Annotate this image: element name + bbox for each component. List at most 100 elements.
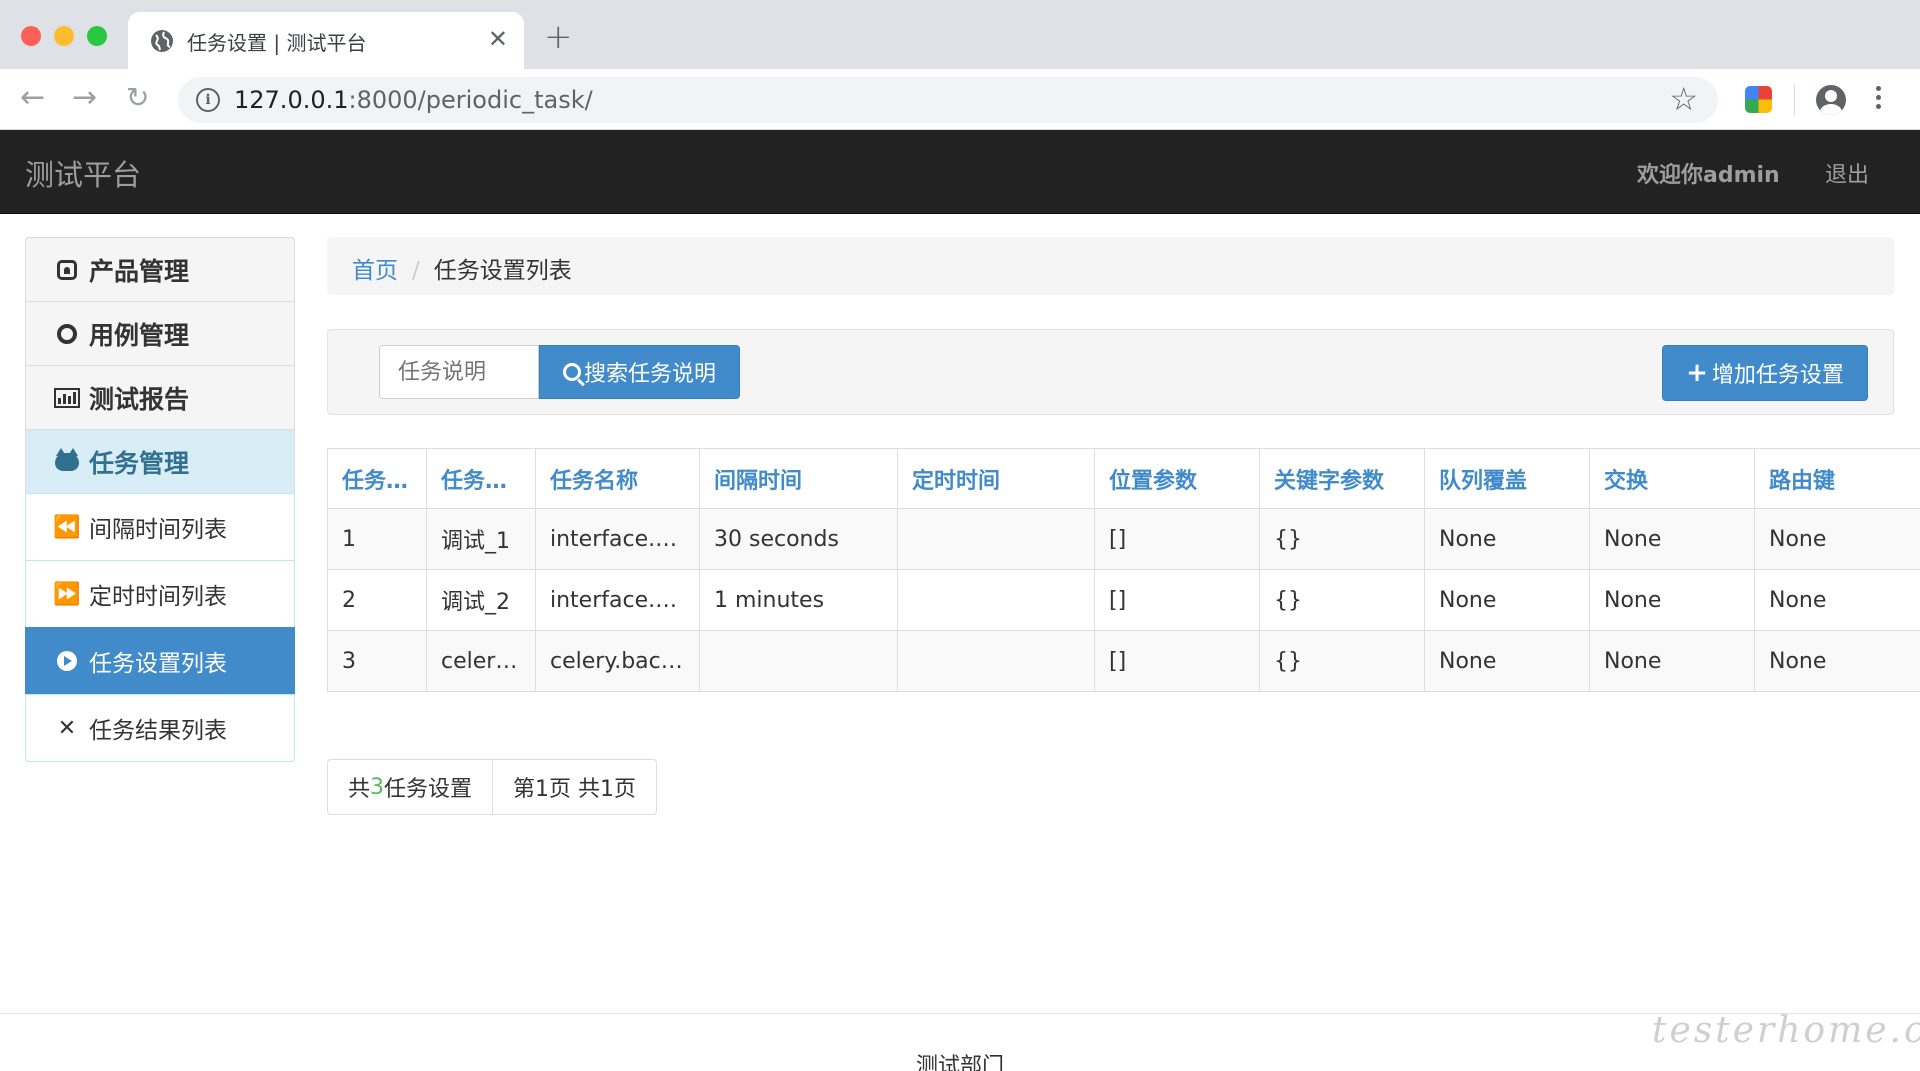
watermark: testerhome.com [1652,1010,1920,1051]
total-count-value: 3 [370,774,385,800]
table-cell [699,630,898,692]
github-icon [53,323,81,344]
table-header-row: 任务ID 任务说明 任务名称 间隔时间 定时时间 位置参数 关键字参数 队列覆盖… [327,448,1920,509]
column-header: 交换 [1589,448,1755,509]
table-cell: interface.t… [535,569,700,631]
column-header: 定时时间 [897,448,1095,509]
table-cell [897,569,1095,631]
table-cell: 3 [327,630,427,692]
sidebar-item-task-settings[interactable]: 任务设置列表 [25,627,295,695]
back-arrow-icon[interactable]: ← [20,82,45,114]
search-input[interactable] [379,345,539,399]
logout-link[interactable]: 退出 [1825,157,1869,189]
search-panel: 搜索任务说明 + 增加任务设置 [327,329,1894,415]
extension-icon[interactable] [1745,86,1772,113]
table-cell: 30 seconds [699,508,898,570]
search-button-label: 搜索任务说明 [583,362,716,387]
address-bar[interactable]: i 127.0.0.1:8000/periodic_task/ ☆ [178,77,1718,123]
table-cell: interface.t… [535,508,700,570]
column-header: 任务说明 [426,448,536,509]
sidebar-item-label: 任务设置列表 [89,651,227,677]
forward-arrow-icon[interactable]: → [72,82,97,114]
sidebar-item-interval-list[interactable]: ⏪ 间隔时间列表 [25,493,295,561]
table-cell: None [1424,569,1590,631]
page-info: 第1页 共1页 [493,759,658,815]
breadcrumb-home-link[interactable]: 首页 [352,258,398,284]
table-cell: 调试_2 [426,569,536,631]
sidebar-item-product[interactable]: 产品管理 [25,237,295,302]
tab-title: 任务设置 | 测试平台 [187,31,367,55]
sidebar-item-tasks[interactable]: 任务管理 [25,429,295,494]
site-info-icon[interactable]: i [196,88,220,112]
table-cell: celery.bac… [535,630,700,692]
breadcrumb: 首页 / 任务设置列表 [327,237,1894,295]
table-cell: None [1754,569,1920,631]
new-tab-button[interactable]: + [544,20,573,54]
close-window-button[interactable] [21,26,41,46]
column-header: 队列覆盖 [1424,448,1590,509]
sidebar-item-crontab-list[interactable]: ⏩ 定时时间列表 [25,560,295,628]
search-button[interactable]: 搜索任务说明 [539,345,740,399]
github-alt-icon [53,447,81,471]
column-header: 任务名称 [535,448,700,509]
sidebar-item-reports[interactable]: 测试报告 [25,365,295,430]
table-cell: 1 [327,508,427,570]
globe-icon [151,30,173,52]
sidebar-item-label: 间隔时间列表 [89,517,227,543]
breadcrumb-separator: / [412,258,420,284]
column-header: 间隔时间 [699,448,898,509]
table-row[interactable]: 1 调试_1 interface.t… 30 seconds [] {} Non… [327,508,1920,570]
search-icon [562,363,581,381]
table-cell: 1 minutes [699,569,898,631]
column-header: 任务ID [327,448,427,509]
table-cell: None [1589,569,1755,631]
table-cell: None [1589,630,1755,692]
plus-icon: + [1686,358,1708,388]
sidebar-item-label: 产品管理 [89,256,190,286]
column-header: 位置参数 [1094,448,1260,509]
table-row[interactable]: 3 celery.b… celery.bac… [] {} None None … [327,630,1920,692]
footer-divider [0,1013,1920,1014]
brand-title[interactable]: 测试平台 [25,152,141,194]
profile-avatar-icon[interactable] [1816,85,1846,115]
bar-chart-icon [53,387,81,408]
browser-menu-icon[interactable] [1874,83,1882,117]
url-text[interactable]: 127.0.0.1:8000/periodic_task/ [234,86,593,114]
add-button-label: 增加任务设置 [1711,363,1844,388]
task-table-container: 任务ID 任务说明 任务名称 间隔时间 定时时间 位置参数 关键字参数 队列覆盖… [327,448,1920,692]
maximize-window-button[interactable] [87,26,107,46]
browser-tab[interactable]: 任务设置 | 测试平台 ✕ [128,12,524,69]
table-cell: 2 [327,569,427,631]
table-cell: None [1589,508,1755,570]
sidebar-item-label: 定时时间列表 [89,584,227,610]
add-task-setting-button[interactable]: + 增加任务设置 [1662,345,1868,401]
table-cell [897,508,1095,570]
close-tab-icon[interactable]: ✕ [488,25,508,53]
sidebar-item-label: 用例管理 [89,320,190,350]
table-row[interactable]: 2 调试_2 interface.t… 1 minutes [] {} None… [327,569,1920,631]
url-host: 127.0.0.1 [234,86,349,114]
bookmark-star-icon[interactable]: ☆ [1669,81,1698,117]
table-cell: None [1424,508,1590,570]
backward-icon: ⏪ [53,514,81,540]
task-table: 任务ID 任务说明 任务名称 间隔时间 定时时间 位置参数 关键字参数 队列覆盖… [327,448,1920,692]
total-prefix: 共 [348,777,371,802]
table-cell: {} [1259,630,1425,692]
sidebar-item-label: 任务管理 [89,448,190,478]
play-circle-icon [53,651,81,671]
welcome-user-link[interactable]: 欢迎你admin [1637,157,1780,189]
table-cell: [] [1094,569,1260,631]
sidebar-item-label: 任务结果列表 [89,718,227,744]
table-cell: [] [1094,630,1260,692]
total-count: 共 3 任务设置 [327,759,494,815]
expand-icon: ✕ [57,715,77,741]
sidebar-item-cases[interactable]: 用例管理 [25,301,295,366]
sidebar-item-task-results[interactable]: ✕ 任务结果列表 [25,694,295,762]
minimize-window-button[interactable] [54,26,74,46]
table-cell: None [1424,630,1590,692]
table-cell: None [1754,630,1920,692]
column-header: 关键字参数 [1259,448,1425,509]
toolbar-divider [1794,85,1795,115]
reload-icon[interactable]: ↻ [126,82,149,114]
breadcrumb-current: 任务设置列表 [433,258,572,284]
